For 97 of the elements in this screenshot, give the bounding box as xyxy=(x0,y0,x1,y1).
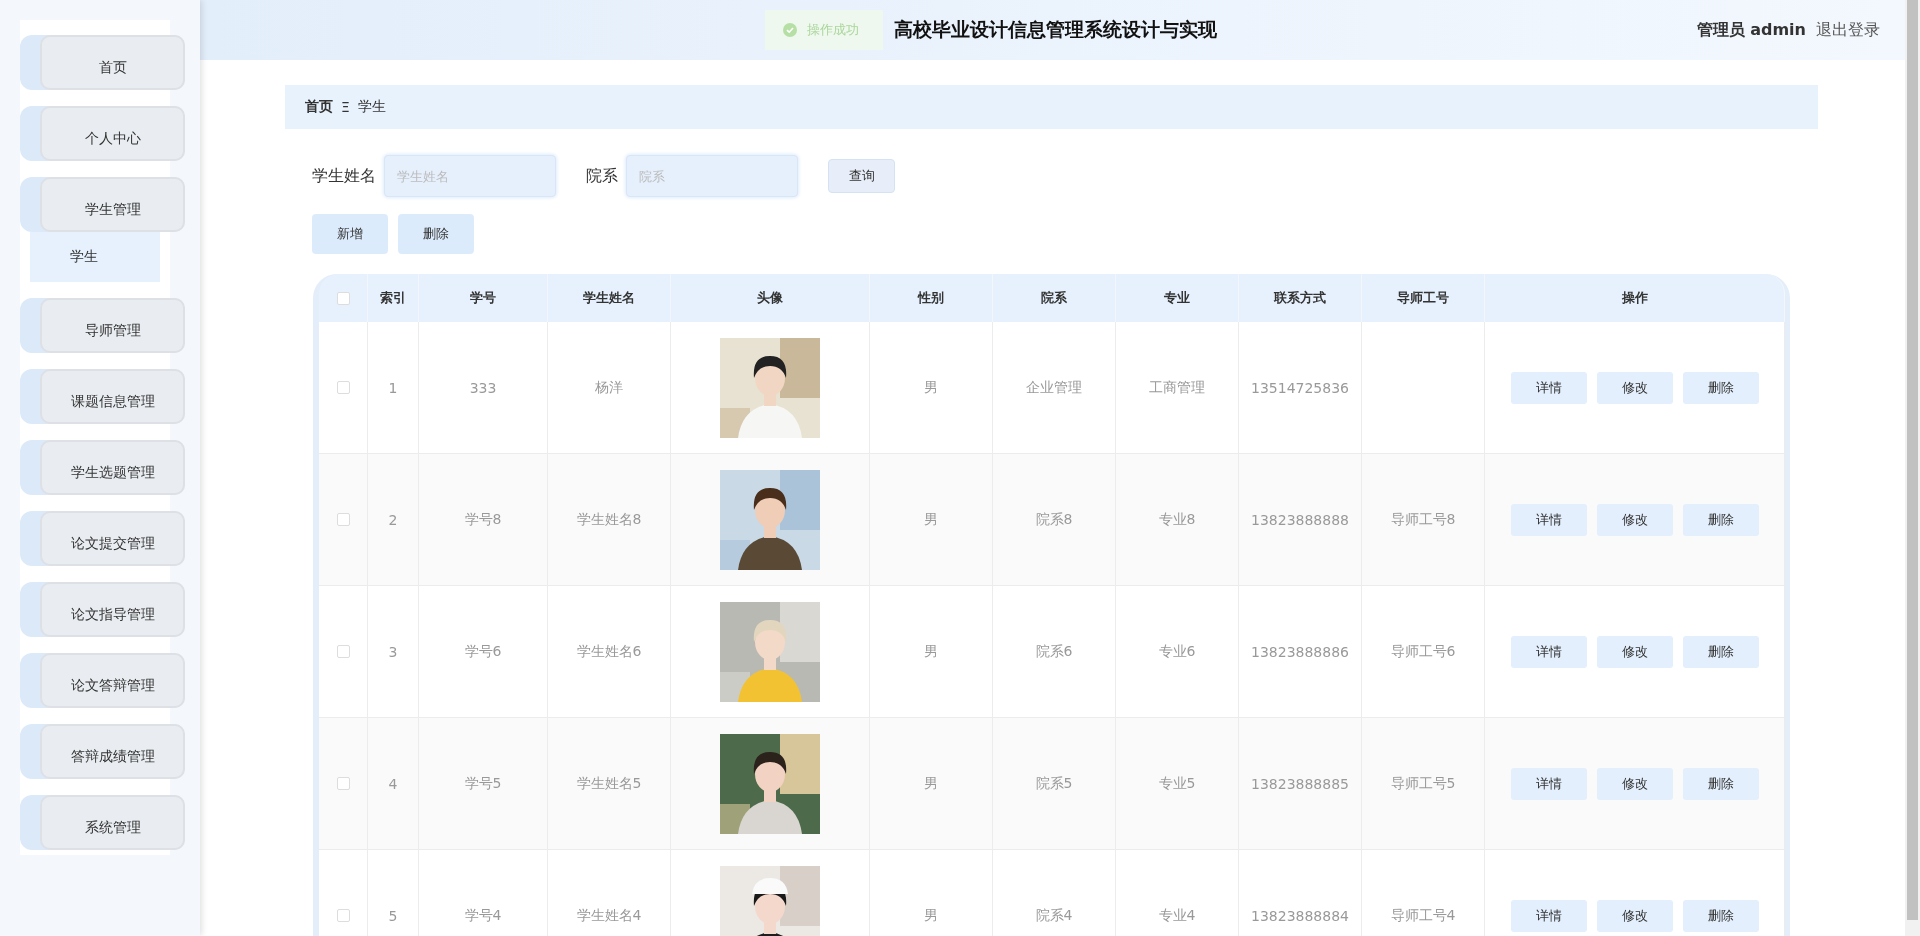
table-cell: 男 xyxy=(924,774,938,793)
table-cell: 导师工号6 xyxy=(1390,642,1456,661)
column-header: 学号 xyxy=(470,289,496,307)
table-cell: 男 xyxy=(924,906,938,925)
field-label: 学生姓名 xyxy=(312,165,376,187)
app-title: 高校毕业设计信息管理系统设计与实现 xyxy=(894,17,1218,42)
table-cell: 1 xyxy=(388,379,398,396)
action-button[interactable]: 详情 xyxy=(1510,503,1587,536)
row-checkbox[interactable] xyxy=(336,645,350,658)
table-cell: 院系5 xyxy=(1035,774,1073,793)
row-checkbox[interactable] xyxy=(336,909,350,922)
sidebar-item[interactable]: 课题信息管理 xyxy=(40,369,185,424)
action-button[interactable]: 删除 xyxy=(1682,767,1759,800)
sidebar-item[interactable]: 个人中心 xyxy=(40,106,185,161)
search-field[interactable]: 院系 xyxy=(626,155,798,197)
table-cell: 导师工号8 xyxy=(1390,510,1456,529)
action-button[interactable]: 修改 xyxy=(1596,767,1673,800)
table-cell: 3 xyxy=(388,643,398,660)
table-cell: 导师工号5 xyxy=(1390,774,1456,793)
action-button[interactable]: 修改 xyxy=(1596,503,1673,536)
sidebar-item[interactable]: 答辩成绩管理 xyxy=(40,724,185,779)
column-header: 专业 xyxy=(1164,289,1190,307)
action-button[interactable]: 删除 xyxy=(1682,371,1759,404)
action-button[interactable]: 删除 xyxy=(1682,899,1759,932)
table-cell: 学生姓名6 xyxy=(576,642,642,661)
sidebar-item[interactable]: 论文答辩管理 xyxy=(40,653,185,708)
toast-message: 操作成功 xyxy=(807,21,859,39)
row-checkbox[interactable] xyxy=(336,777,350,790)
table-cell: 5 xyxy=(388,907,398,924)
table-cell: 333 xyxy=(469,379,497,396)
table-cell: 导师工号4 xyxy=(1390,906,1456,925)
field-label: 院系 xyxy=(586,165,618,187)
sidebar-item[interactable]: 学生管理 xyxy=(40,177,185,232)
action-button[interactable]: 删除 xyxy=(1682,635,1759,668)
column-header: 性别 xyxy=(918,289,944,307)
table-cell: 院系6 xyxy=(1035,642,1073,661)
row-checkbox[interactable] xyxy=(336,381,350,394)
table-cell: 学号4 xyxy=(464,906,502,925)
column-header: 联系方式 xyxy=(1274,289,1326,307)
breadcrumb-item[interactable]: 首页 xyxy=(305,98,333,116)
table-cell: 学号6 xyxy=(464,642,502,661)
action-button[interactable]: 详情 xyxy=(1510,635,1587,668)
search-button[interactable]: 查询 xyxy=(828,159,895,193)
table-cell: 院系4 xyxy=(1035,906,1073,925)
column-header: 院系 xyxy=(1041,289,1067,307)
sidebar-item[interactable]: 首页 xyxy=(40,35,185,90)
table-cell: 2 xyxy=(388,511,398,528)
table-cell: 院系8 xyxy=(1035,510,1073,529)
action-button[interactable]: 修改 xyxy=(1596,899,1673,932)
action-button[interactable]: 详情 xyxy=(1510,371,1587,404)
table-cell: 企业管理 xyxy=(1026,378,1082,397)
submenu-item[interactable]: 学生 xyxy=(30,232,160,282)
action-button[interactable]: 详情 xyxy=(1510,899,1587,932)
action-button[interactable]: 修改 xyxy=(1596,635,1673,668)
sidebar-item[interactable]: 论文指导管理 xyxy=(40,582,185,637)
sidebar-item[interactable]: 论文提交管理 xyxy=(40,511,185,566)
breadcrumb-item[interactable]: 学生 xyxy=(357,98,386,116)
user-name: 管理员 admin xyxy=(1696,19,1806,41)
column-header: 索引 xyxy=(380,289,406,307)
check-circle-icon xyxy=(783,23,797,37)
sidebar-item[interactable]: 学生选题管理 xyxy=(40,440,185,495)
table-cell: 杨洋 xyxy=(595,378,623,397)
add-button[interactable]: 新增 xyxy=(312,214,388,254)
select-all-checkbox[interactable] xyxy=(336,291,350,305)
table-cell: 13823888888 xyxy=(1251,511,1349,528)
table-cell: 男 xyxy=(924,510,938,529)
search-field[interactable]: 学生姓名 xyxy=(384,155,556,197)
row-checkbox[interactable] xyxy=(336,513,350,526)
delete-button[interactable]: 删除 xyxy=(398,214,474,254)
table-cell: 学号5 xyxy=(464,774,502,793)
table-cell: 13823888885 xyxy=(1251,775,1349,792)
sidebar-item[interactable]: 系统管理 xyxy=(40,795,185,850)
table-cell: 男 xyxy=(924,642,938,661)
table-cell: 学生姓名5 xyxy=(576,774,642,793)
action-button[interactable]: 删除 xyxy=(1682,503,1759,536)
table-cell: 13823888884 xyxy=(1251,907,1349,924)
table-cell: 4 xyxy=(388,775,398,792)
column-header: 操作 xyxy=(1621,289,1648,307)
action-button[interactable]: 详情 xyxy=(1510,767,1587,800)
table-cell: 男 xyxy=(924,378,938,397)
column-header: 头像 xyxy=(757,289,783,307)
action-button[interactable]: 修改 xyxy=(1596,371,1673,404)
table-cell: 专业5 xyxy=(1158,774,1196,793)
table-cell: 专业8 xyxy=(1158,510,1196,529)
column-header: 学生姓名 xyxy=(583,289,635,307)
table-cell: 工商管理 xyxy=(1149,378,1205,397)
sidebar-item[interactable]: 导师管理 xyxy=(40,298,185,353)
table-cell: 专业4 xyxy=(1158,906,1196,925)
table-cell: 学生姓名4 xyxy=(576,906,642,925)
logout-link[interactable]: 退出登录 xyxy=(1816,19,1880,41)
table-cell: 13514725836 xyxy=(1251,379,1349,396)
table-cell: 专业6 xyxy=(1158,642,1196,661)
table-cell: 学号8 xyxy=(464,510,502,529)
table-cell: 学生姓名8 xyxy=(576,510,642,529)
table-cell: 13823888886 xyxy=(1251,643,1349,660)
breadcrumb-separator: Ξ xyxy=(341,99,350,115)
column-header: 导师工号 xyxy=(1397,289,1449,307)
